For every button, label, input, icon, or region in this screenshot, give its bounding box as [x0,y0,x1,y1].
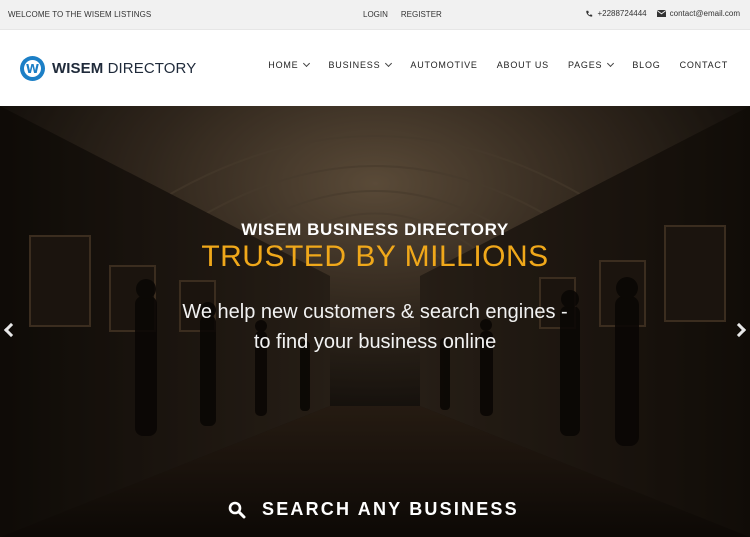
logo-name-bold: WISEM [52,60,104,77]
phone-contact[interactable]: +2288724444 [585,9,647,18]
nav-label: PAGES [567,60,603,70]
register-link[interactable]: REGISTER [401,10,442,19]
nav-label: AUTOMOTIVE [410,60,478,70]
hero-slider: WISEM BUSINESS DIRECTORY TRUSTED BY MILL… [0,106,750,537]
chevron-down-icon [385,59,393,68]
nav-item-pages[interactable]: PAGES [567,59,615,70]
hero-description-line-1: We help new customers & search engines - [182,301,568,323]
logo-text: WISEM DIRECTORY [52,60,196,77]
contact-info: +2288724444 contact@email.com [585,9,740,18]
search-business-label: SEARCH ANY BUSINESS [262,499,519,519]
search-business-button[interactable]: SEARCH ANY BUSINESS [228,499,519,520]
nav-label: CONTACT [679,60,728,70]
main-header: W WISEM DIRECTORY HOME BUSINESS AUTOMOTI… [0,30,750,106]
hero-description-line-2: to find your business online [253,331,497,353]
envelope-icon [656,10,666,17]
nav-label: BUSINESS [328,60,381,70]
auth-links: LOGIN REGISTER [363,10,442,19]
email-address: contact@email.com [669,9,740,18]
logo-name-rest: DIRECTORY [103,60,197,77]
chevron-down-icon [303,59,311,68]
hero-title: TRUSTED BY MILLIONS [201,240,549,273]
nav-item-about-us[interactable]: ABOUT US [497,60,549,70]
nav-item-home[interactable]: HOME [268,59,311,70]
nav-item-contact[interactable]: CONTACT [680,60,728,70]
nav-item-blog[interactable]: BLOG [632,60,660,70]
search-icon [228,501,246,518]
email-contact[interactable]: contact@email.com [656,9,740,18]
logo-letter: W [25,61,40,76]
welcome-text: WELCOME TO THE WISEM LISTINGS [8,10,152,19]
chevron-down-icon [607,59,615,68]
nav-label: BLOG [632,60,661,70]
nav-item-automotive[interactable]: AUTOMOTIVE [410,60,477,70]
phone-number: +2288724444 [597,9,647,18]
phone-icon [586,10,593,17]
nav-item-business[interactable]: BUSINESS [328,59,393,70]
nav-label: ABOUT US [496,60,549,70]
login-link[interactable]: LOGIN [363,10,388,19]
nav-label: HOME [268,60,299,70]
site-logo[interactable]: W WISEM DIRECTORY [20,56,196,81]
main-nav: HOME BUSINESS AUTOMOTIVE ABOUT US PAGES … [268,59,728,70]
top-bar: WELCOME TO THE WISEM LISTINGS LOGIN REGI… [0,0,750,30]
hero-subtitle: WISEM BUSINESS DIRECTORY [241,220,509,239]
logo-mark: W [20,56,45,81]
